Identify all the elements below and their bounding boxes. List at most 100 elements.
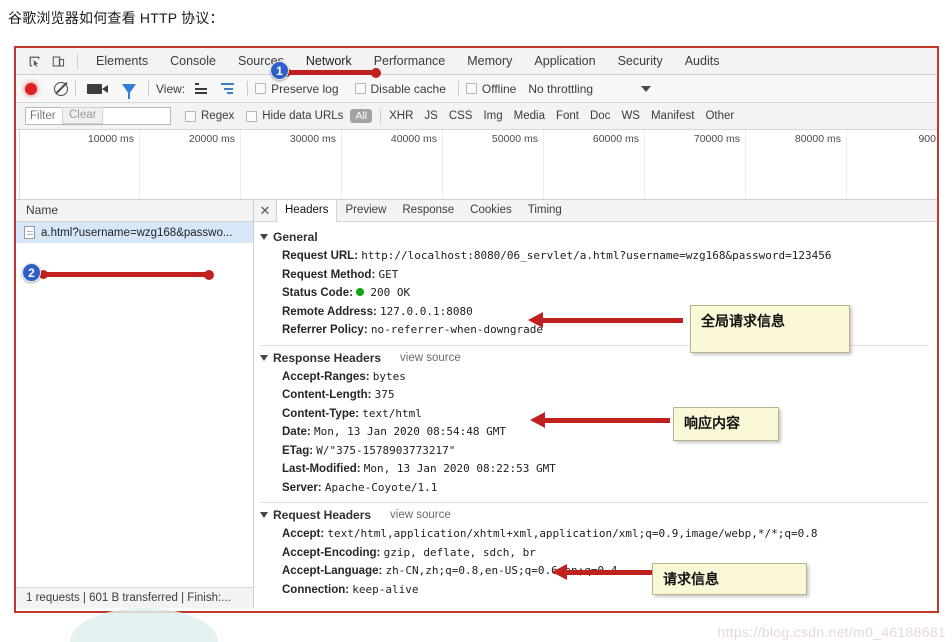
network-control-bar: View: Preserve log Disable cache Offline… <box>16 75 937 103</box>
callout-request-info: 请求信息 <box>652 563 807 595</box>
regex-checkbox[interactable]: Regex <box>185 110 234 122</box>
section-general-header[interactable]: General <box>260 230 937 244</box>
ruler-tick: 50000 ms <box>491 133 538 145</box>
filter-type-font[interactable]: Font <box>556 110 579 122</box>
tab-cookies[interactable]: Cookies <box>462 200 520 221</box>
header-value: bytes <box>372 369 406 383</box>
header-key: Remote Address: <box>282 305 377 318</box>
offline-label: Offline <box>481 81 517 96</box>
filter-type-js[interactable]: JS <box>424 110 437 122</box>
filter-type-manifest[interactable]: Manifest <box>651 110 694 122</box>
tab-preview[interactable]: Preview <box>337 200 394 221</box>
ruler-tick: 80000 ms <box>794 133 841 145</box>
header-row: Content-Length: 375 <box>260 386 937 405</box>
tab-memory[interactable]: Memory <box>456 48 523 74</box>
header-row: Request URL: http://localhost:8080/06_se… <box>260 247 937 266</box>
tab-audits[interactable]: Audits <box>674 48 731 74</box>
disable-cache-checkbox[interactable]: Disable cache <box>354 82 446 96</box>
network-filter-bar: Clear Regex Hide data URLs All XHR JS CS… <box>16 103 937 130</box>
header-key: ETag: <box>282 444 314 457</box>
devtools-tabbar: Elements Console Sources Network Perform… <box>16 48 937 75</box>
clear-ban-icon[interactable] <box>54 81 68 96</box>
filter-type-xhr[interactable]: XHR <box>389 110 413 122</box>
header-value: 375 <box>374 388 395 401</box>
filter-type-media[interactable]: Media <box>514 110 545 122</box>
filter-type-all[interactable]: All <box>350 108 373 124</box>
offline-checkbox[interactable]: Offline <box>465 81 517 96</box>
tab-security[interactable]: Security <box>607 48 674 74</box>
tab-console[interactable]: Console <box>159 48 227 74</box>
section-request-headers-header[interactable]: Request Headers view source <box>260 508 937 522</box>
filter-type-img[interactable]: Img <box>483 110 502 122</box>
header-key: Last-Modified: <box>282 463 361 475</box>
section-title-text: Request Headers <box>273 508 372 522</box>
tabbar-divider <box>77 53 78 69</box>
callout-global-request-info: 全局请求信息 <box>690 305 850 353</box>
tab-timing[interactable]: Timing <box>520 200 570 221</box>
ruler-tick: 30000 ms <box>289 133 336 145</box>
ruler-left-stub <box>16 130 20 199</box>
header-row: Connection: keep-alive <box>260 581 937 600</box>
header-value: text/html,application/xhtml+xml,applicat… <box>327 527 818 540</box>
ruler-tick: 60000 ms <box>592 133 639 145</box>
decorative-swoosh <box>70 608 218 642</box>
chevron-down-icon[interactable] <box>641 85 652 92</box>
ruler-tick: 20000 ms <box>188 133 235 145</box>
regex-label: Regex <box>201 110 235 122</box>
tab-elements[interactable]: Elements <box>85 48 159 74</box>
view-source-link[interactable]: view source <box>400 352 461 364</box>
tab-application[interactable]: Application <box>523 48 606 74</box>
checkbox-box <box>465 83 477 94</box>
list-view-icon[interactable] <box>195 83 208 94</box>
header-key: Request URL: <box>282 250 359 262</box>
hide-data-urls-checkbox[interactable]: Hide data URLs <box>246 110 343 122</box>
header-value: Mon, 13 Jan 2020 08:54:48 GMT <box>313 425 507 438</box>
tab-headers[interactable]: Headers <box>276 200 338 222</box>
header-key: Server: <box>282 481 322 494</box>
checkbox-box <box>255 83 267 94</box>
header-key: Status Code: <box>282 287 353 299</box>
inspect-cursor-icon[interactable] <box>22 50 46 72</box>
header-key: Accept-Ranges: <box>282 370 370 383</box>
callout-arrow-1 <box>528 312 683 328</box>
header-value: W/"375-1578903773217" <box>316 443 456 457</box>
callout-arrow-2 <box>530 412 670 428</box>
checkbox-box <box>246 110 258 122</box>
tab-response[interactable]: Response <box>394 200 462 221</box>
view-source-link[interactable]: view source <box>390 509 451 521</box>
clear-tooltip: Clear <box>62 107 104 124</box>
device-toolbar-icon[interactable] <box>46 50 70 72</box>
document-icon <box>24 226 35 239</box>
step-2-connector <box>39 269 214 280</box>
step-marker-2: 2 <box>22 263 41 282</box>
waterfall-view-icon[interactable] <box>221 83 235 94</box>
header-value: http://localhost:8080/06_servlet/a.html?… <box>361 249 832 262</box>
watermark: https://blog.csdn.net/m0_46188681 <box>717 624 946 640</box>
filter-type-css[interactable]: CSS <box>449 110 473 122</box>
throttling-value[interactable]: No throttling <box>528 82 593 96</box>
filter-type-other[interactable]: Other <box>705 110 734 122</box>
record-circle-icon[interactable] <box>25 82 37 95</box>
funnel-icon[interactable] <box>122 83 136 99</box>
ruler-tick: 40000 ms <box>390 133 437 145</box>
header-key: Accept-Language: <box>282 565 383 577</box>
table-row[interactable]: a.html?username=wzg168&passwo... <box>16 222 253 243</box>
preserve-log-label: Preserve log <box>271 81 339 96</box>
network-status-bar: 1 requests | 601 B transferred | Finish:… <box>16 587 253 608</box>
header-key: Accept-Encoding: <box>282 546 381 559</box>
header-row: ETag: W/"375-1578903773217" <box>260 442 937 461</box>
header-row: Accept-Ranges: bytes <box>260 368 937 387</box>
screenshot-root: 谷歌浏览器如何查看 HTTP 协议： Elements Console Sour… <box>0 0 952 642</box>
section-title-text: General <box>273 230 318 244</box>
triangle-down-icon <box>260 354 268 361</box>
request-list-panel: Name a.html?username=wzg168&passwo... 1 … <box>16 200 254 608</box>
close-icon[interactable]: ✕ <box>254 200 276 221</box>
filter-type-ws[interactable]: WS <box>621 110 640 122</box>
camera-icon[interactable] <box>87 83 108 94</box>
page-title: 谷歌浏览器如何查看 HTTP 协议： <box>8 10 224 26</box>
filter-type-doc[interactable]: Doc <box>590 110 610 122</box>
network-timeline-ruler[interactable]: 10000 ms 20000 ms 30000 ms 40000 ms 5000… <box>16 130 937 200</box>
section-title-text: Response Headers <box>273 350 382 365</box>
preserve-log-checkbox[interactable]: Preserve log <box>255 81 339 96</box>
step-marker-1: 1 <box>270 61 289 80</box>
